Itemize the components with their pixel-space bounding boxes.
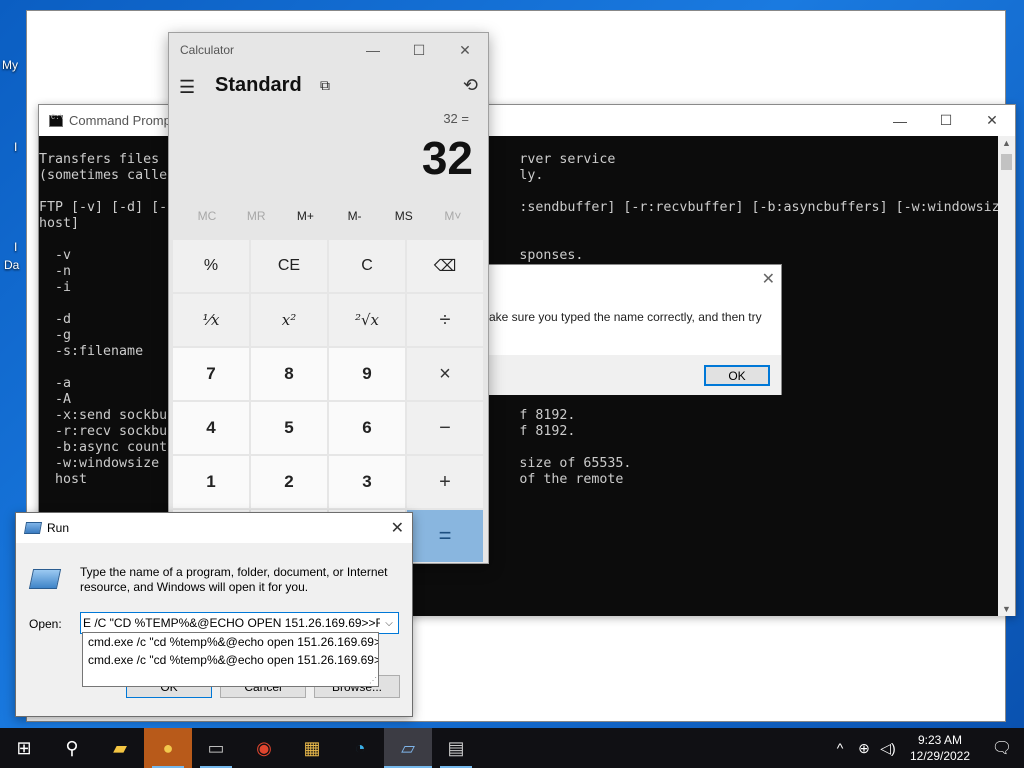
menu-icon[interactable]: ☰ (179, 77, 195, 98)
calc-expression: 32 = (443, 111, 469, 126)
calculator-taskbar-icon[interactable]: ▤ (432, 728, 480, 768)
history-icon[interactable]: ⟲ (463, 75, 478, 96)
search-icon[interactable]: ⚲ (48, 728, 96, 768)
close-button[interactable]: ✕ (442, 33, 488, 67)
autocomplete-list: cmd.exe /c "cd %temp%&@echo open 151.26.… (82, 632, 379, 687)
resize-grip-icon[interactable]: ⋰ (369, 676, 377, 685)
calc-titlebar[interactable]: Calculator — ☐ ✕ (169, 33, 488, 67)
keep-on-top-icon[interactable]: ⧉ (320, 77, 330, 94)
digit-2-button[interactable]: 2 (251, 456, 327, 508)
cmd-taskbar-icon[interactable]: ▭ (192, 728, 240, 768)
percent-button[interactable]: % (173, 240, 249, 292)
clock-date: 12/29/2022 (909, 749, 971, 763)
desktop-icon-label[interactable]: My (2, 58, 18, 72)
digit-7-button[interactable]: 7 (173, 348, 249, 400)
desktop-icon-label[interactable]: Da (4, 258, 19, 272)
map-pin-icon[interactable]: ◉ (240, 728, 288, 768)
calculator-window: Calculator — ☐ ✕ ☰ Standard ⧉ ⟲ 32 = 32 … (168, 32, 489, 564)
calc-title: Calculator (180, 43, 235, 57)
open-input[interactable]: E /C "CD %TEMP%&@ECHO OPEN 151.26.169.69… (81, 616, 380, 630)
digit-1-button[interactable]: 1 (173, 456, 249, 508)
run-title: Run (47, 521, 70, 535)
clear-button[interactable]: C (329, 240, 405, 292)
open-label: Open: (29, 617, 62, 631)
memory-button[interactable]: MR (236, 209, 276, 235)
subtract-button[interactable]: − (407, 402, 483, 454)
digit-9-button[interactable]: 9 (329, 348, 405, 400)
divide-button[interactable]: ÷ (407, 294, 483, 346)
run-app-icon (23, 522, 43, 534)
chrome-icon[interactable]: ● (144, 728, 192, 768)
error-ok-button[interactable]: OK (704, 365, 770, 386)
add-button[interactable]: + (407, 456, 483, 508)
memory-button[interactable]: M- (335, 209, 375, 235)
minimize-button[interactable]: — (350, 33, 396, 67)
digit-6-button[interactable]: 6 (329, 402, 405, 454)
maximize-button[interactable]: ☐ (396, 33, 442, 67)
multiply-button[interactable]: × (407, 348, 483, 400)
memory-button[interactable]: MS (384, 209, 424, 235)
network-icon[interactable]: ⊕ (852, 740, 876, 757)
cmd-title: Command Prompt (69, 113, 175, 128)
run-titlebar[interactable]: Run ✕ (16, 513, 412, 543)
digit-3-button[interactable]: 3 (329, 456, 405, 508)
chevron-up-icon[interactable]: ^ (828, 740, 852, 756)
desktop-icon-label[interactable]: I (14, 240, 17, 254)
notifications-icon[interactable]: 🗨 (980, 738, 1024, 758)
memory-button[interactable]: M˅ (433, 209, 473, 235)
scroll-thumb[interactable] (1001, 154, 1012, 170)
backspace-button[interactable]: ⌫ (407, 240, 483, 292)
error-dialog-footer: OK (481, 355, 781, 395)
memory-button[interactable]: MC (187, 209, 227, 235)
error-message: ake sure you typed the name correctly, a… (489, 310, 762, 324)
close-icon[interactable]: ✕ (391, 518, 404, 538)
close-button[interactable]: ✕ (969, 106, 1015, 136)
maximize-button[interactable]: ☐ (923, 106, 969, 136)
taskbar: ⊞ ⚲ ▰ ● ▭ ◉ ▦ ◔ ▱ ▤ ^ ⊕ ◁) 9:23 AM 12/29… (0, 728, 1024, 768)
calc-header: ☰ Standard ⧉ ⟲ (169, 67, 488, 107)
clear-entry-button[interactable]: CE (251, 240, 327, 292)
edge-icon[interactable]: ◔ (336, 728, 384, 768)
reciprocal-button[interactable]: ¹⁄x (173, 294, 249, 346)
run-taskbar-icon[interactable]: ▱ (384, 728, 432, 768)
system-tray: ^ ⊕ ◁) 9:23 AM 12/29/2022 🗨 (828, 732, 1024, 764)
calc-mode-title: Standard (215, 74, 302, 96)
error-dialog: ✕ ake sure you typed the name correctly,… (480, 264, 782, 395)
open-combobox[interactable]: E /C "CD %TEMP%&@ECHO OPEN 151.26.169.69… (80, 612, 399, 634)
run-description: Type the name of a program, folder, docu… (80, 565, 388, 594)
autocomplete-item[interactable]: cmd.exe /c "cd %temp%&@echo open 151.26.… (83, 633, 378, 651)
clock-time: 9:23 AM (917, 733, 963, 747)
digit-5-button[interactable]: 5 (251, 402, 327, 454)
clock[interactable]: 9:23 AM 12/29/2022 (900, 732, 980, 764)
digit-8-button[interactable]: 8 (251, 348, 327, 400)
run-icon (28, 569, 62, 589)
chevron-down-icon[interactable]: ⌵ (380, 618, 398, 629)
start-button[interactable]: ⊞ (0, 728, 48, 768)
autocomplete-item[interactable]: cmd.exe /c "cd %temp%&@echo open 151.26.… (83, 651, 378, 669)
volume-icon[interactable]: ◁) (876, 740, 900, 757)
minimize-button[interactable]: — (877, 106, 923, 136)
desktop-icon-label[interactable]: I (14, 140, 17, 154)
close-icon[interactable]: ✕ (762, 269, 775, 289)
console-scrollbar[interactable]: ▲ ▼ (998, 136, 1015, 616)
memory-button[interactable]: M+ (285, 209, 325, 235)
file-explorer-icon[interactable]: ▰ (96, 728, 144, 768)
store-icon[interactable]: ▦ (288, 728, 336, 768)
scroll-down-icon[interactable]: ▼ (1002, 604, 1011, 614)
square-root-button[interactable]: ²√x (329, 294, 405, 346)
calc-result: 32 (421, 132, 473, 184)
cmd-app-icon (49, 114, 64, 127)
memory-row: MC MR M+ M- MS M˅ (173, 209, 485, 235)
digit-4-button[interactable]: 4 (173, 402, 249, 454)
scroll-up-icon[interactable]: ▲ (1002, 138, 1011, 148)
square-button[interactable]: x² (251, 294, 327, 346)
equals-button[interactable]: = (407, 510, 483, 562)
